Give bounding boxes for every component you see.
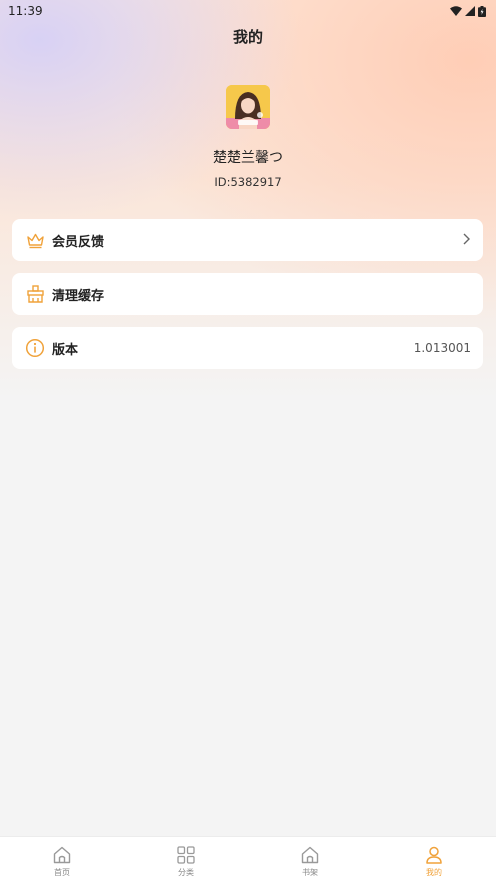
version-row[interactable]: 版本 1.013001: [12, 327, 483, 369]
version-label: 版本: [52, 342, 79, 358]
wifi-icon: [450, 6, 462, 16]
tab-mine-label: 我的: [426, 868, 442, 877]
user-id: ID:5382917: [214, 175, 282, 189]
tab-bookshelf-label: 书架: [302, 868, 318, 877]
status-time: 11:39: [8, 4, 43, 18]
page-title: 我的: [232, 28, 263, 46]
broom-icon: [25, 284, 45, 304]
clear-cache-row[interactable]: 清理缓存: [12, 273, 483, 315]
tab-home[interactable]: 首页: [0, 837, 124, 883]
signal-icon: [465, 6, 475, 16]
member-feedback-row[interactable]: 会员反馈: [12, 219, 483, 261]
avatar-image: [226, 85, 270, 129]
status-bar: 11:39: [0, 0, 496, 22]
tab-home-label: 首页: [54, 868, 70, 877]
version-value: 1.013001: [413, 341, 471, 355]
avatar[interactable]: [226, 85, 270, 129]
user-icon: [426, 846, 442, 864]
status-icons: [450, 5, 486, 17]
grid-icon: [177, 846, 195, 864]
chevron-right-icon: [461, 231, 471, 250]
bottom-tab-bar: 首页 分类 书架 我的: [0, 836, 496, 883]
clear-cache-label: 清理缓存: [52, 288, 105, 304]
battery-icon: [478, 5, 486, 17]
tab-category[interactable]: 分类: [124, 837, 248, 883]
crown-icon: [25, 230, 45, 250]
bookshelf-icon: [301, 846, 319, 864]
home-icon: [53, 846, 71, 864]
tab-category-label: 分类: [178, 868, 194, 877]
tab-mine[interactable]: 我的: [372, 837, 496, 883]
username: 楚楚兰馨つ: [213, 150, 283, 166]
info-icon: [25, 338, 45, 358]
member-feedback-label: 会员反馈: [52, 234, 105, 250]
tab-bookshelf[interactable]: 书架: [248, 837, 372, 883]
